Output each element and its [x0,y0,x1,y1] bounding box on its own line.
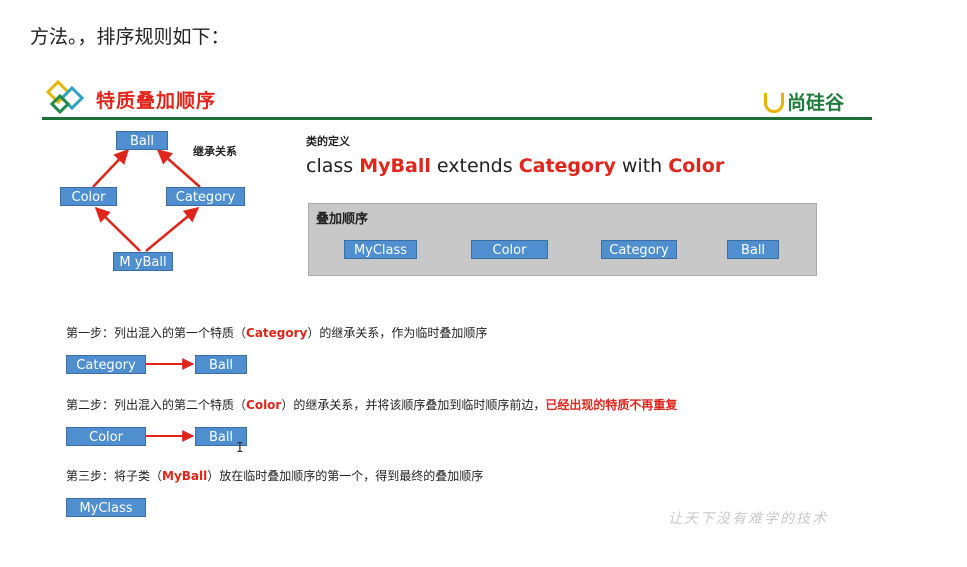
step-3-suffix: ）放在临时叠加顺序的第一个，得到最终的叠加顺序 [207,469,484,483]
class-name: MyBall [359,155,431,177]
step-1-text: 第一步：列出混入的第一个特质（Category）的继承关系，作为临时叠加顺序 [66,324,487,341]
step-1-suffix: ）的继承关系，作为临时叠加顺序 [307,326,488,340]
step-3-text: 第三步：将子类（MyBall）放在临时叠加顺序的第一个，得到最终的叠加顺序 [66,467,483,484]
node-myball: M yBall [113,252,173,271]
step-2-note: 已经出现的特质不再重复 [545,398,678,412]
stack-order-title: 叠加顺序 [316,212,369,227]
order-item-color: Color [471,240,548,259]
order-item-ball: Ball [727,240,779,259]
step-3-box-myclass: MyClass [66,498,146,517]
arrow-myball-to-category [145,207,200,252]
order-item-myclass: MyClass [344,240,417,259]
class-definition: class MyBall extends Category with Color [306,155,724,177]
trait-name: Color [668,155,725,177]
kw-extends: extends [436,155,513,177]
arrow-color-to-ball [92,148,130,188]
step-1-box-category: Category [66,355,146,374]
step-3-highlight: MyBall [162,469,208,483]
step-2-box-color: Color [66,427,146,446]
kw-class: class [306,155,354,177]
step-1-box-ball: Ball [195,355,247,374]
node-ball: Ball [116,131,168,150]
step-1-prefix: 第一步：列出混入的第一个特质（ [66,326,247,340]
watermark: 让天下没有难学的技术 [668,511,828,527]
kw-with: with [621,155,663,177]
step-2-text: 第二步：列出混入的第二个特质（Color）的继承关系，并将该顺序叠加到临时顺序前… [66,396,677,413]
order-item-category: Category [601,240,677,259]
parent-name: Category [518,155,616,177]
step-2-prefix: 第二步：列出混入的第二个特质（ [66,398,247,412]
step-2-highlight: Color [246,398,282,412]
hierarchy-label: 继承关系 [193,145,237,158]
step-1-highlight: Category [246,326,308,340]
node-color: Color [60,187,117,206]
node-category: Category [166,187,245,206]
step-2-suffix: ）的继承关系，并将该顺序叠加到临时顺序前边， [281,398,546,412]
text-cursor-icon: I [236,441,244,456]
class-def-label: 类的定义 [306,135,350,148]
step-3-prefix: 第三步：将子类（ [66,469,163,483]
arrow-myball-to-color [94,206,141,252]
